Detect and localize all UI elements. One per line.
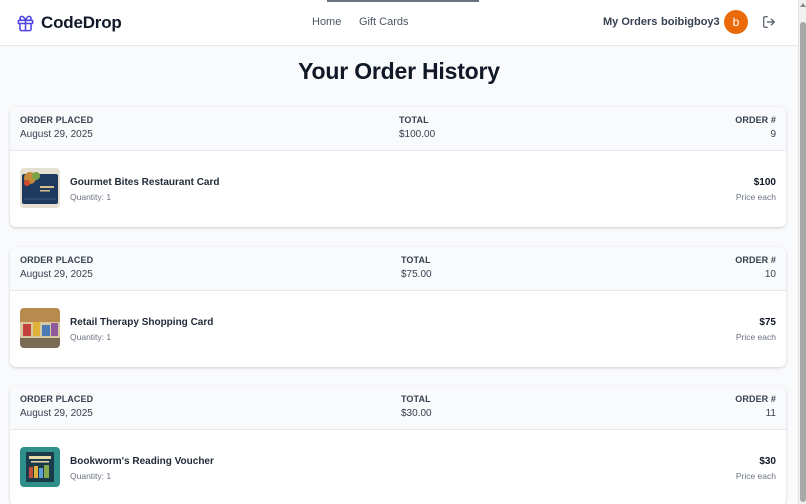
item-name[interactable]: Gourmet Bites Restaurant Card [70, 177, 219, 188]
order-number: 10 [764, 269, 776, 280]
product-thumbnail-restaurant[interactable] [20, 168, 60, 208]
item-quantity: Quantity: 1 [70, 192, 112, 202]
nav-link-home[interactable]: Home [312, 16, 341, 28]
scroll-up-icon[interactable] [800, 3, 806, 7]
item-name[interactable]: Bookworm's Reading Voucher [70, 456, 214, 467]
order-number-label: ORDER # [735, 394, 776, 404]
username: boibigboy3 [661, 16, 720, 28]
order-total: $75.00 [401, 269, 432, 280]
item-name[interactable]: Retail Therapy Shopping Card [70, 317, 213, 328]
avatar[interactable]: b [724, 10, 748, 34]
order-header: ORDER PLACED August 29, 2025 TOTAL $100.… [10, 107, 786, 151]
order-number-label: ORDER # [735, 255, 776, 265]
order-header: ORDER PLACED August 29, 2025 TOTAL $75.0… [10, 247, 786, 291]
order-date: August 29, 2025 [20, 269, 93, 280]
item-quantity: Quantity: 1 [70, 332, 112, 342]
product-thumbnail-bookworm[interactable] [20, 447, 60, 487]
product-thumbnail-shopping[interactable] [20, 308, 60, 348]
logout-icon[interactable] [762, 15, 776, 29]
page-title: Your Order History [298, 58, 500, 84]
order-date: August 29, 2025 [20, 129, 93, 140]
gift-icon [17, 15, 34, 31]
order-placed-label: ORDER PLACED [20, 255, 94, 265]
brand-name: CodeDrop [41, 13, 122, 32]
item-quantity: Quantity: 1 [70, 471, 112, 481]
order-total: $30.00 [401, 408, 432, 419]
price-each-label: Price each [735, 192, 776, 202]
total-label: TOTAL [401, 255, 431, 265]
item-price: $75 [759, 317, 776, 328]
nav-link-gift-cards[interactable]: Gift Cards [359, 16, 409, 28]
order-placed-label: ORDER PLACED [20, 394, 94, 404]
order-number: 9 [770, 129, 776, 140]
price-each-label: Price each [735, 471, 776, 481]
order-card: ORDER PLACED August 29, 2025 TOTAL $100.… [10, 107, 786, 227]
order-number-label: ORDER # [735, 115, 776, 125]
total-label: TOTAL [399, 115, 429, 125]
price-each-label: Price each [735, 332, 776, 342]
scrollbar[interactable] [798, 0, 806, 504]
order-header: ORDER PLACED August 29, 2025 TOTAL $30.0… [10, 386, 786, 430]
order-placed-label: ORDER PLACED [20, 115, 94, 125]
order-number: 11 [765, 408, 776, 419]
order-item: Retail Therapy Shopping Card Quantity: 1… [10, 291, 786, 367]
item-price: $100 [753, 177, 776, 188]
order-total: $100.00 [399, 129, 436, 140]
order-card: ORDER PLACED August 29, 2025 TOTAL $75.0… [10, 247, 786, 367]
order-item: Bookworm's Reading Voucher Quantity: 1 $… [10, 430, 786, 504]
order-date: August 29, 2025 [20, 408, 93, 419]
brand-logo[interactable]: CodeDrop [16, 12, 122, 34]
top-strip [327, 0, 479, 2]
total-label: TOTAL [401, 394, 431, 404]
order-card: ORDER PLACED August 29, 2025 TOTAL $30.0… [10, 386, 786, 504]
my-orders-link[interactable]: My Orders [603, 16, 657, 28]
order-item: Gourmet Bites Restaurant Card Quantity: … [10, 151, 786, 227]
item-price: $30 [759, 456, 776, 467]
top-navbar: CodeDrop Home Gift Cards My Orders boibi… [0, 0, 798, 46]
scroll-thumb[interactable] [800, 22, 806, 502]
